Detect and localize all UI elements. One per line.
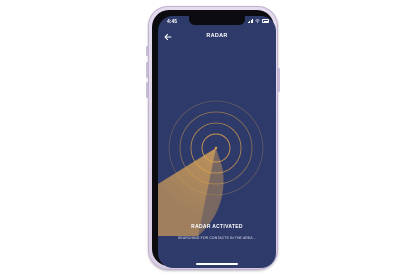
radar-status-subtitle: SEARCHING FOR CONTACTS IN THE AREA... [178,236,256,240]
page-title: RADAR [206,33,228,39]
notch [189,16,245,25]
home-indicator[interactable] [196,263,238,265]
power-button [278,68,280,92]
radar-center-dot [214,146,218,150]
status-time: 4:45 [167,19,178,25]
page: 4:45 RADAR RADAR ACTIVATED SEARCHING FOR… [0,0,415,275]
volume-down-button [146,82,148,98]
app-header: RADAR [158,30,276,46]
phone-frame: 4:45 RADAR RADAR ACTIVATED SEARCHING FOR… [146,6,280,270]
radar-status-title: RADAR ACTIVATED [191,224,243,230]
signal-icon [248,19,253,23]
phone-bezel: 4:45 RADAR RADAR ACTIVATED SEARCHING FOR… [152,10,276,268]
volume-up-button [146,62,148,78]
side-button [146,46,148,56]
battery-icon [262,19,269,23]
wifi-icon [255,19,260,23]
phone-screen: 4:45 RADAR RADAR ACTIVATED SEARCHING FOR… [158,16,276,268]
radar-sweep-arc [158,148,224,236]
radar-view [158,100,264,236]
status-icons [248,19,269,23]
